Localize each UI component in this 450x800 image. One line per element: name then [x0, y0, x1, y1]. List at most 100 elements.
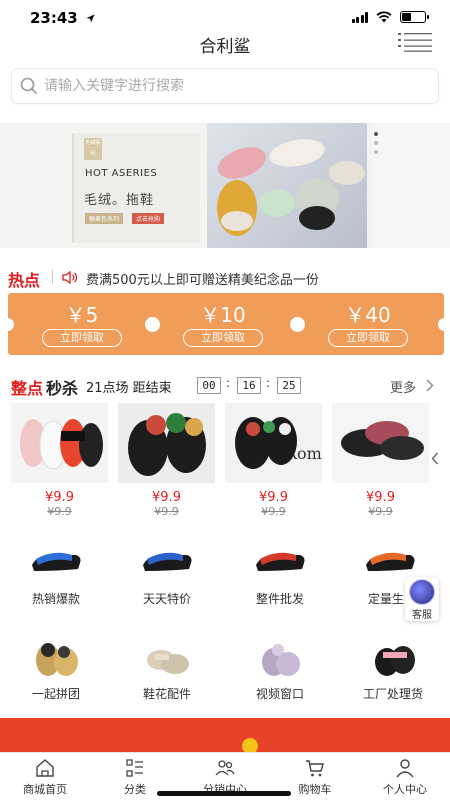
carousel-dots	[374, 132, 378, 154]
search-input[interactable]	[44, 78, 404, 94]
product-price: ¥9.9	[259, 490, 288, 505]
tab-profile[interactable]: 个人中心	[360, 753, 450, 800]
category-factory-clearance[interactable]: 工厂处理货	[343, 638, 443, 708]
status-time: 23:43	[30, 9, 78, 27]
tab-home[interactable]: 商城首页	[0, 753, 90, 800]
timer-colon: :	[226, 376, 231, 390]
customer-service-button[interactable]: 客服	[405, 577, 439, 621]
banner-headline: 毛绒。拖鞋	[84, 193, 155, 208]
wifi-icon	[376, 11, 392, 23]
coupon-amount: ￥10	[200, 303, 246, 327]
status-bar: 23:43	[0, 0, 450, 34]
banner-slippers-image	[207, 123, 367, 248]
flash-product[interactable]: ¥9.9 ¥9.9	[118, 403, 215, 523]
product-image	[332, 403, 429, 483]
coupon-10: ￥10 立即领取	[153, 293, 293, 355]
slipper-image	[147, 650, 189, 674]
promo-banner[interactable]: 毛绒系列 HOT ASERIES 毛绒。拖鞋 糖果色系列 点击抢购	[0, 123, 450, 248]
chevron-right-icon[interactable]	[426, 379, 434, 392]
page-title: 合利鲨	[199, 37, 251, 57]
timer-minutes: 16	[237, 377, 261, 394]
search-bar[interactable]	[11, 68, 439, 104]
service-label: 客服	[412, 610, 432, 621]
banner-series: HOT ASERIES	[85, 168, 158, 179]
product-image	[11, 403, 108, 483]
coupon-40: ￥40 立即领取	[298, 293, 438, 355]
flash-title-red: 整点	[11, 379, 44, 398]
timer-hours: 00	[197, 377, 221, 394]
product-price: ¥9.9	[45, 490, 74, 505]
banner-tag: 毛绒系列	[84, 138, 102, 160]
category-shoe-flowers[interactable]: 鞋花配件	[117, 638, 217, 708]
distribution-icon	[215, 760, 235, 776]
home-indicator	[157, 791, 291, 796]
timer-colon: :	[266, 376, 271, 390]
status-icons	[351, 11, 429, 23]
coupon-strip: ￥5 立即领取 ￥10 立即领取 ￥40 立即领取	[7, 293, 445, 355]
product-image	[118, 403, 215, 483]
category-icon	[126, 759, 143, 777]
tab-label: 商城首页	[23, 783, 67, 796]
cart-icon	[306, 760, 324, 777]
notice-divider	[52, 270, 53, 284]
category-video[interactable]: 视频窗口	[230, 638, 330, 708]
tab-label: 个人中心	[383, 783, 427, 796]
category-wholesale[interactable]: 整件批发	[230, 543, 330, 613]
timer-seconds: 25	[277, 377, 301, 394]
category-label: 热销爆款	[31, 592, 80, 606]
category-hot-sale[interactable]: 热销爆款	[6, 543, 106, 613]
product-price: ¥9.9	[152, 490, 181, 505]
title-bar: 合利鲨	[0, 30, 450, 58]
category-label: 一起拼团	[31, 687, 80, 701]
claim-coupon-button[interactable]: 立即领取	[183, 329, 263, 347]
product-old-price: ¥9.9	[154, 505, 179, 518]
notice-title: 热点	[8, 271, 41, 290]
signal-icon	[351, 11, 368, 23]
banner-sub-right: 点击抢购	[132, 213, 165, 224]
claim-coupon-button[interactable]: 立即领取	[328, 329, 408, 347]
banner-sub-left: 糖果色系列	[85, 213, 124, 224]
slipper-image	[256, 552, 305, 571]
claim-coupon-button[interactable]: 立即领取	[42, 329, 122, 347]
coupon-5: ￥5 立即领取	[12, 293, 152, 355]
flash-sale-header: 整点 秒杀 21点场 距结束 00 : 16 : 25 更多	[0, 372, 450, 398]
category-daily-deals[interactable]: 天天特价	[117, 543, 217, 613]
menu-icon[interactable]	[398, 32, 432, 52]
hot-notice[interactable]: 热点 费满500元以上即可赠送精美纪念品一份	[0, 262, 450, 292]
flash-product[interactable]: Roma ¥9.9 ¥9.9	[225, 403, 322, 523]
search-icon	[20, 77, 38, 95]
more-label: 更多	[390, 381, 417, 396]
flash-session: 21点场 距结束	[86, 381, 172, 396]
promo-strip[interactable]	[0, 718, 450, 754]
flash-product[interactable]: ¥9.9 ¥9.9	[11, 403, 108, 523]
battery-icon	[400, 11, 429, 23]
slipper-image	[32, 552, 81, 571]
category-label: 鞋花配件	[142, 687, 191, 701]
product-old-price: ¥9.9	[261, 505, 286, 518]
coupon-amount: ￥40	[345, 303, 391, 327]
product-old-price: ¥9.9	[368, 505, 393, 518]
location-arrow-icon	[86, 14, 95, 23]
category-label: 工厂处理货	[362, 687, 423, 701]
speaker-icon	[62, 271, 78, 284]
more-link[interactable]: 更多	[390, 377, 416, 396]
home-icon	[36, 759, 54, 777]
flash-title-black: 秒杀	[46, 379, 79, 398]
banner-side	[372, 123, 450, 248]
coupon-amount: ￥5	[65, 303, 99, 327]
chevron-left-icon[interactable]	[431, 452, 439, 465]
category-label: 视频窗口	[255, 687, 304, 701]
slipper-image	[143, 552, 192, 571]
service-avatar-icon	[409, 579, 435, 605]
category-label: 天天特价	[142, 592, 191, 606]
category-label: 整件批发	[255, 592, 304, 606]
flash-product[interactable]: ¥9.9 ¥9.9	[332, 403, 429, 523]
slipper-image	[375, 646, 415, 676]
coupon-notch-right	[438, 318, 445, 331]
product-image: Roma	[225, 403, 322, 483]
category-group-buy[interactable]: 一起拼团	[6, 638, 106, 708]
slipper-image	[36, 643, 78, 676]
product-old-price: ¥9.9	[47, 505, 72, 518]
user-icon	[396, 759, 414, 778]
product-price: ¥9.9	[366, 490, 395, 505]
